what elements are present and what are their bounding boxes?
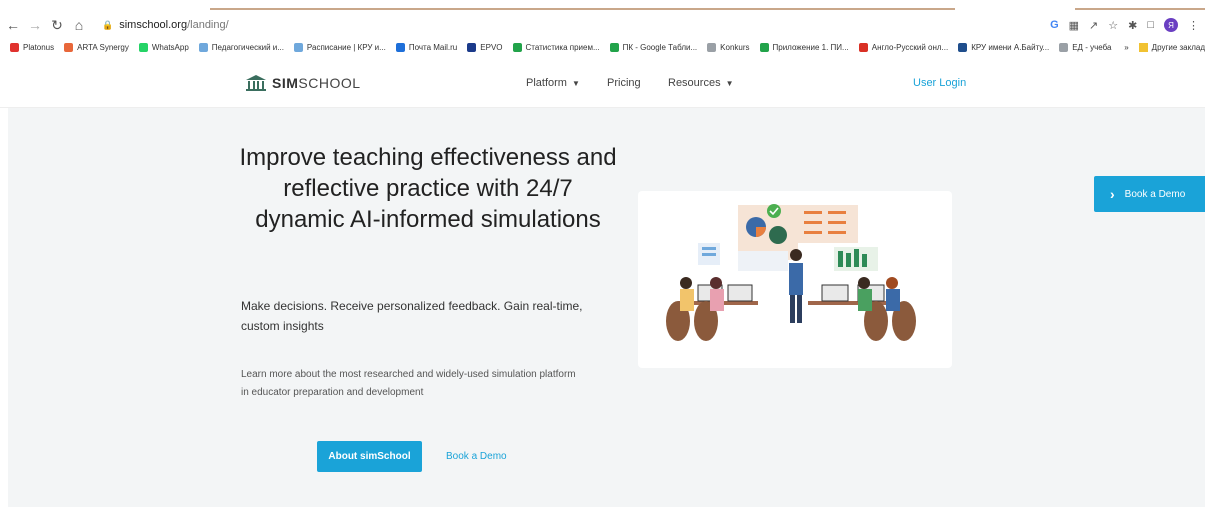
tab-strip bbox=[0, 0, 1205, 12]
bookmark-favicon-icon bbox=[395, 42, 405, 52]
bookmark-label: EPVO bbox=[480, 42, 503, 52]
bookmark-item[interactable]: Platonus bbox=[10, 42, 55, 52]
bookmark-item[interactable]: Педагогический и... bbox=[198, 42, 284, 52]
bookmark-favicon-icon bbox=[198, 42, 208, 52]
tab-accent bbox=[210, 8, 955, 10]
bookmark-favicon-icon bbox=[64, 42, 74, 52]
bookmark-label: Приложение 1. ПИ... bbox=[772, 42, 849, 52]
bookmark-favicon-icon bbox=[138, 42, 148, 52]
hero-section: Improve teaching effectiveness and refle… bbox=[8, 108, 1205, 507]
lock-icon: 🔒 bbox=[102, 19, 114, 30]
bookmark-item[interactable]: EPVO bbox=[467, 42, 503, 52]
bookmark-item[interactable]: WhatsApp bbox=[138, 42, 189, 52]
bookmark-favicon-icon bbox=[609, 42, 619, 52]
translate-icon[interactable]: ▦ bbox=[1069, 19, 1079, 32]
book-demo-link[interactable]: Book a Demo bbox=[446, 451, 507, 462]
bookmark-label: Англо-Русский онл... bbox=[871, 42, 949, 52]
google-icon[interactable]: G bbox=[1050, 19, 1059, 31]
puzzle-icon[interactable]: ✱ bbox=[1128, 19, 1137, 32]
url-path: /landing/ bbox=[187, 19, 229, 31]
folder-icon bbox=[1138, 42, 1148, 52]
bookmark-favicon-icon bbox=[958, 42, 968, 52]
home-icon[interactable]: ⌂ bbox=[70, 16, 88, 34]
hero-illustration bbox=[638, 191, 952, 368]
url-host: simschool.org bbox=[119, 19, 188, 31]
bookmark-favicon-icon bbox=[467, 42, 477, 52]
bookmark-item[interactable]: Konkurs bbox=[707, 42, 750, 52]
bookmark-label: ПК - Google Табли... bbox=[622, 42, 698, 52]
forward-icon[interactable]: → bbox=[26, 16, 44, 34]
address-bar: ← → ↻ ⌂ 🔒 simschool.org/landing/ G ▦ ↗ ☆… bbox=[0, 14, 1205, 36]
bookmarks-bar: Platonus ARTA Synergy WhatsApp Педагогическ… bbox=[0, 38, 1205, 56]
chevron-right-icon: › bbox=[1110, 186, 1115, 202]
bookmark-favicon-icon bbox=[858, 42, 868, 52]
bookmark-label: ARTA Synergy bbox=[77, 42, 129, 52]
bookmark-item[interactable]: ARTA Synergy bbox=[64, 42, 129, 52]
nav-resources[interactable]: Resources ▼ bbox=[668, 77, 734, 89]
bookmark-favicon-icon bbox=[293, 42, 303, 52]
hero-headline: Improve teaching effectiveness and refle… bbox=[239, 144, 617, 233]
about-simschool-button[interactable]: About simSchool bbox=[317, 441, 422, 472]
hero-subheadline: Make decisions. Receive personalized fee… bbox=[241, 299, 583, 333]
tab-accent-right bbox=[1075, 8, 1205, 10]
back-icon[interactable]: ← bbox=[4, 16, 22, 34]
share-icon[interactable]: ↗ bbox=[1089, 19, 1098, 32]
bookmark-label: Почта Mail.ru bbox=[408, 42, 458, 52]
extensions-area: G ▦ ↗ ☆ ✱ □ Я ⋮ bbox=[1050, 14, 1199, 36]
site-header: SIMSCHOOL Platform ▼ Pricing Resources ▼ U… bbox=[0, 62, 1205, 108]
url-field[interactable]: 🔒 simschool.org/landing/ bbox=[102, 19, 229, 31]
reload-icon[interactable]: ↻ bbox=[48, 16, 66, 34]
other-bookmarks[interactable]: Другие заклад bbox=[1152, 43, 1205, 52]
bookmark-label: Статистика прием... bbox=[525, 42, 600, 52]
floating-book-demo-label: Book a Demo bbox=[1124, 188, 1186, 200]
bookmark-item[interactable]: КРУ имени А.Байту... bbox=[958, 42, 1050, 52]
bookmark-item[interactable]: Статистика прием... bbox=[512, 42, 600, 52]
floating-book-demo-button[interactable]: › Book a Demo bbox=[1094, 176, 1205, 212]
browser-chrome: ← → ↻ ⌂ 🔒 simschool.org/landing/ G ▦ ↗ ☆… bbox=[0, 0, 1205, 62]
caret-down-icon: ▼ bbox=[725, 78, 734, 88]
bookmark-favicon-icon bbox=[512, 42, 522, 52]
caret-down-icon: ▼ bbox=[571, 78, 580, 88]
bookmark-item[interactable]: Расписание | КРУ и... bbox=[293, 42, 386, 52]
bookmark-label: Platonus bbox=[23, 42, 55, 52]
bookmark-item[interactable]: Приложение 1. ПИ... bbox=[759, 42, 849, 52]
bookmark-item[interactable]: ЕД - учеба bbox=[1059, 42, 1112, 52]
nav-pricing[interactable]: Pricing bbox=[607, 77, 641, 89]
star-icon[interactable]: ☆ bbox=[1108, 19, 1118, 32]
bookmark-label: Расписание | КРУ и... bbox=[306, 42, 386, 52]
bookmark-favicon-icon bbox=[759, 42, 769, 52]
sidepanel-icon[interactable]: □ bbox=[1147, 19, 1154, 31]
hero-learn-more: Learn more about the most researched and… bbox=[241, 369, 576, 398]
site-logo[interactable]: SIMSCHOOL bbox=[245, 74, 361, 92]
menu-icon[interactable]: ⋮ bbox=[1188, 19, 1199, 32]
bookmark-label: ЕД - учеба bbox=[1072, 42, 1112, 52]
more-bookmarks-button[interactable]: » bbox=[1124, 43, 1128, 52]
logo-text: SIMSCHOOL bbox=[272, 75, 361, 91]
bookmark-item[interactable]: Англо-Русский онл... bbox=[858, 42, 949, 52]
bookmark-favicon-icon bbox=[707, 42, 717, 52]
logo-mark-icon bbox=[245, 74, 267, 92]
bookmark-item[interactable]: Почта Mail.ru bbox=[395, 42, 458, 52]
bookmark-label: Konkurs bbox=[720, 42, 750, 52]
bookmarks-overflow: » Другие заклад bbox=[1116, 42, 1205, 52]
bookmark-label: WhatsApp bbox=[151, 42, 189, 52]
bookmark-favicon-icon bbox=[10, 42, 19, 52]
profile-avatar[interactable]: Я bbox=[1164, 18, 1178, 32]
bookmark-label: КРУ имени А.Байту... bbox=[971, 42, 1050, 52]
user-login-link[interactable]: User Login bbox=[913, 77, 966, 89]
nav-platform[interactable]: Platform ▼ bbox=[526, 77, 580, 89]
bookmark-item[interactable]: ПК - Google Табли... bbox=[609, 42, 698, 52]
bookmark-label: Педагогический и... bbox=[211, 42, 284, 52]
bookmark-favicon-icon bbox=[1059, 42, 1069, 52]
